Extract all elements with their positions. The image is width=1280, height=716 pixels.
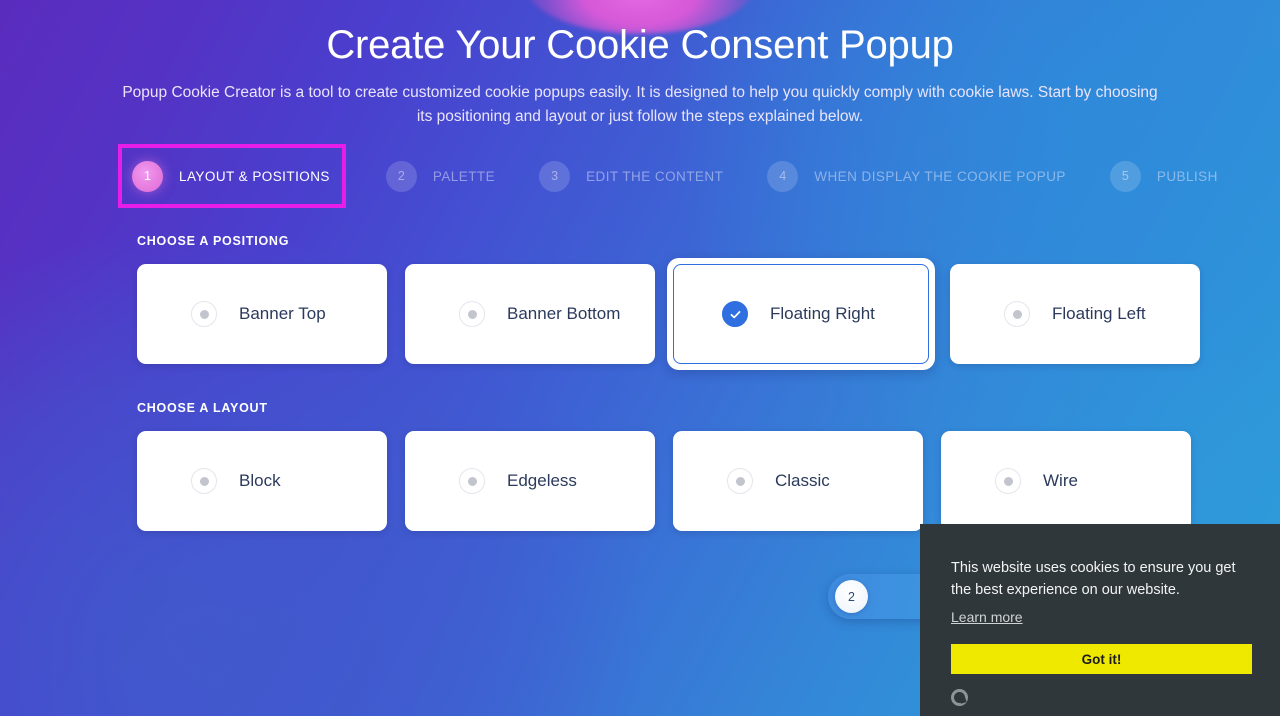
step-navigation: 1 LAYOUT & POSITIONS 2 PALETTE 3 EDIT TH… (0, 144, 1280, 209)
option-label: Classic (775, 471, 830, 491)
step-number-badge: 2 (385, 160, 417, 192)
cookie-popup-accept-button[interactable]: Got it! (951, 644, 1252, 675)
layout-options: Block Edgeless Classic Wire (137, 431, 1280, 532)
radio-unchecked-icon (459, 468, 485, 495)
step-label: EDIT THE CONTENT (586, 168, 724, 184)
positioning-options: Banner Top Banner Bottom Floating Right (137, 258, 1280, 371)
cookie-popup-message: This website uses cookies to ensure you … (951, 560, 1236, 599)
step-number-badge: 1 (132, 160, 163, 192)
step-label: LAYOUT & POSITIONS (179, 168, 330, 184)
step-number-badge: 3 (539, 160, 571, 192)
radio-unchecked-icon (995, 468, 1021, 495)
step-item-layout-positions[interactable]: 1 LAYOUT & POSITIONS (118, 144, 346, 209)
radio-checked-icon (722, 301, 748, 328)
step-label: PUBLISH (1156, 168, 1218, 184)
option-label: Banner Bottom (507, 304, 621, 324)
option-label: Wire (1043, 471, 1078, 491)
option-label: Edgeless (507, 471, 577, 491)
step-item-when-display[interactable]: 4 WHEN DISPLAY THE COOKIE POPUP (767, 148, 1066, 204)
cookie-popup-learn-more-link[interactable]: Learn more (951, 609, 1023, 625)
option-card-block[interactable]: Block (137, 431, 387, 532)
positioning-section-label: CHOOSE A POSITIONG (137, 234, 290, 249)
option-card-floating-right[interactable]: Floating Right (667, 258, 935, 371)
radio-unchecked-icon (191, 468, 217, 495)
layout-section-label: CHOOSE A LAYOUT (137, 401, 268, 416)
step-item-palette[interactable]: 2 PALETTE (385, 148, 496, 204)
radio-unchecked-icon (191, 301, 217, 328)
next-step-number-badge: 2 (835, 580, 868, 613)
option-label: Floating Right (770, 304, 875, 324)
option-card-banner-bottom[interactable]: Banner Bottom (405, 264, 655, 365)
option-label: Floating Left (1052, 304, 1146, 324)
step-label: PALETTE (432, 168, 496, 184)
option-card-floating-left[interactable]: Floating Left (950, 264, 1200, 365)
positioning-section: CHOOSE A POSITIONG Banner Top Banner Bot… (0, 234, 1280, 371)
option-card-wire[interactable]: Wire (941, 431, 1191, 532)
option-label: Block (239, 471, 281, 491)
page-title: Create Your Cookie Consent Popup (326, 23, 954, 67)
cookie-consent-popup-preview: This website uses cookies to ensure you … (920, 524, 1280, 716)
step-item-publish[interactable]: 5 PUBLISH (1109, 148, 1218, 204)
option-label: Banner Top (239, 304, 326, 324)
radio-unchecked-icon (459, 301, 485, 328)
cookie-consent-logo-icon (951, 689, 968, 707)
radio-unchecked-icon (1004, 301, 1030, 328)
page-root: Create Your Cookie Consent Popup Popup C… (0, 0, 1280, 716)
step-number-badge: 5 (1109, 160, 1141, 192)
option-card-banner-top[interactable]: Banner Top (137, 264, 387, 365)
option-card-classic[interactable]: Classic (673, 431, 923, 532)
option-card-edgeless[interactable]: Edgeless (405, 431, 655, 532)
radio-unchecked-icon (727, 468, 753, 495)
layout-section: CHOOSE A LAYOUT Block Edgeless Classic W… (0, 401, 1280, 532)
step-item-edit-content[interactable]: 3 EDIT THE CONTENT (539, 148, 723, 204)
step-number-badge: 4 (767, 160, 799, 192)
page-subtitle: Popup Cookie Creator is a tool to create… (122, 84, 1158, 126)
step-label: WHEN DISPLAY THE COOKIE POPUP (814, 168, 1066, 184)
